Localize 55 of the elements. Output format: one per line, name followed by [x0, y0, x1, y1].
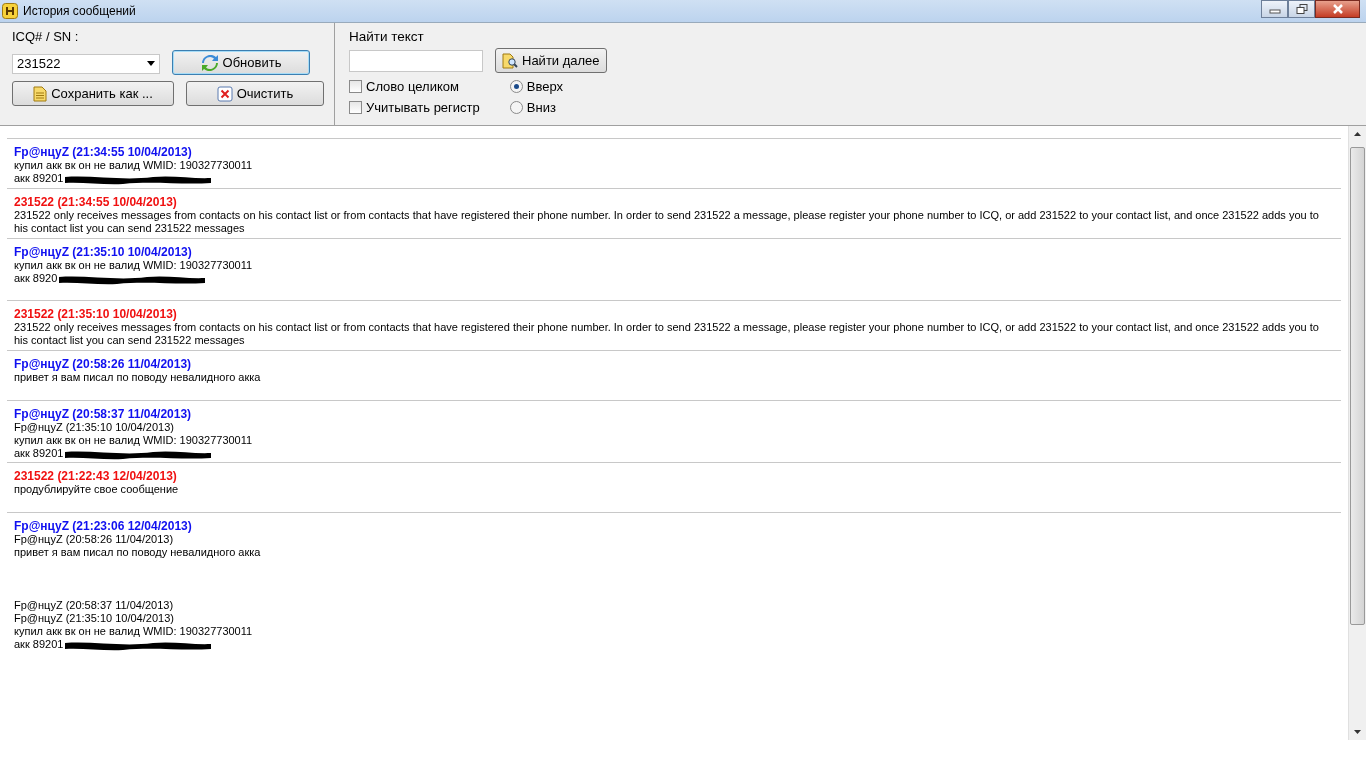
message-header: 231522 (21:22:43 12/04/2013) — [14, 469, 178, 483]
radio-button[interactable] — [509, 101, 523, 114]
checkbox[interactable] — [349, 101, 362, 114]
close-button[interactable] — [1315, 0, 1360, 18]
search-field[interactable] — [349, 49, 483, 72]
clear-button[interactable]: Очистить — [186, 81, 324, 106]
message-text: Fp@нцуZ (20:58:26 11/04/2013) — [14, 533, 175, 546]
message-text: 231522 only receives messages from contacts on his contact list or from contacts that have registered their phone number. In order to send 231522 a message, please register your phone number to ICQ, or add 231522 to your contact list, and once 231522 adds you to his contact list you can send 231522 messages — [14, 321, 1320, 347]
restore-button[interactable] — [1288, 0, 1315, 18]
restore-icon — [1295, 4, 1308, 14]
message-text: акк 89201 — [14, 638, 64, 651]
message-text: купил акк вк он не валид WMID: 190327730011 — [14, 434, 254, 447]
close-icon — [1330, 4, 1345, 14]
option-label: Учитывать регистр — [366, 100, 480, 115]
scroll-thumb[interactable] — [1350, 147, 1365, 625]
message-text: Fp@нцуZ (20:58:37 11/04/2013) — [14, 599, 175, 612]
clear-icon — [216, 85, 233, 102]
message-header: Fp@нцуZ (20:58:37 11/04/2013) — [14, 407, 193, 421]
message-text: продублируйте свое сообщение — [14, 483, 180, 496]
message-text: акк 89201 — [14, 172, 64, 185]
contact-dropdown[interactable]: 231522 — [12, 53, 160, 74]
message-header: Fp@нцуZ (21:35:10 10/04/2013) — [14, 245, 193, 259]
contact-label: ICQ# / SN : — [12, 29, 80, 44]
refresh-button[interactable]: Обновить — [172, 50, 310, 75]
option-label: Вверх — [526, 79, 564, 94]
save-as-button[interactable]: Сохранить как ... — [12, 81, 174, 106]
radio-button[interactable] — [509, 80, 523, 93]
message-text: купил акк вк он не валид WMID: 190327730011 — [14, 625, 254, 638]
document-icon — [33, 85, 48, 102]
find-next-button[interactable]: Найти далее — [495, 48, 607, 73]
option-label: Вниз — [526, 100, 556, 115]
checkbox[interactable] — [349, 80, 362, 93]
search-label: Найти текст — [349, 29, 425, 44]
message-text: акк 89201 — [14, 447, 64, 460]
minimize-button[interactable] — [1261, 0, 1288, 18]
app-logo-icon — [2, 3, 18, 19]
message-header: Fp@нцуZ (20:58:26 11/04/2013) — [14, 357, 193, 371]
message-text: 231522 only receives messages from contacts on his contact list or from contacts that have registered their phone number. In order to send 231522 a message, please register your phone number to ICQ, or add 231522 to your contact list, and once 231522 adds you to his contact list you can send 231522 messages — [14, 209, 1320, 235]
message-text: привет я вам писал по поводу невалидного акка — [14, 546, 262, 559]
find-icon — [502, 52, 518, 69]
scrollbar[interactable] — [1348, 126, 1366, 740]
message-text: Fp@нцуZ (21:35:10 10/04/2013) — [14, 421, 175, 434]
message-text: купил акк вк он не валид WMID: 190327730011 — [14, 159, 254, 172]
message-header: Fp@нцуZ (21:23:06 12/04/2013) — [14, 519, 193, 533]
dropdown-arrow-icon — [147, 61, 155, 66]
message-header: 231522 (21:34:55 10/04/2013) — [14, 195, 178, 209]
window-title: История сообщений — [23, 4, 136, 18]
option-label: Слово целиком — [366, 79, 459, 94]
message-text: купил акк вк он не валид WMID: 190327730011 — [14, 259, 254, 272]
message-text: привет я вам писал по поводу невалидного акка — [14, 371, 262, 384]
message-text: акк 8920 — [14, 272, 58, 285]
message-header: 231522 (21:35:10 10/04/2013) — [14, 307, 178, 321]
message-text: Fp@нцуZ (21:35:10 10/04/2013) — [14, 612, 175, 625]
refresh-icon — [200, 54, 219, 71]
message-header: Fp@нцуZ (21:34:55 10/04/2013) — [14, 145, 193, 159]
